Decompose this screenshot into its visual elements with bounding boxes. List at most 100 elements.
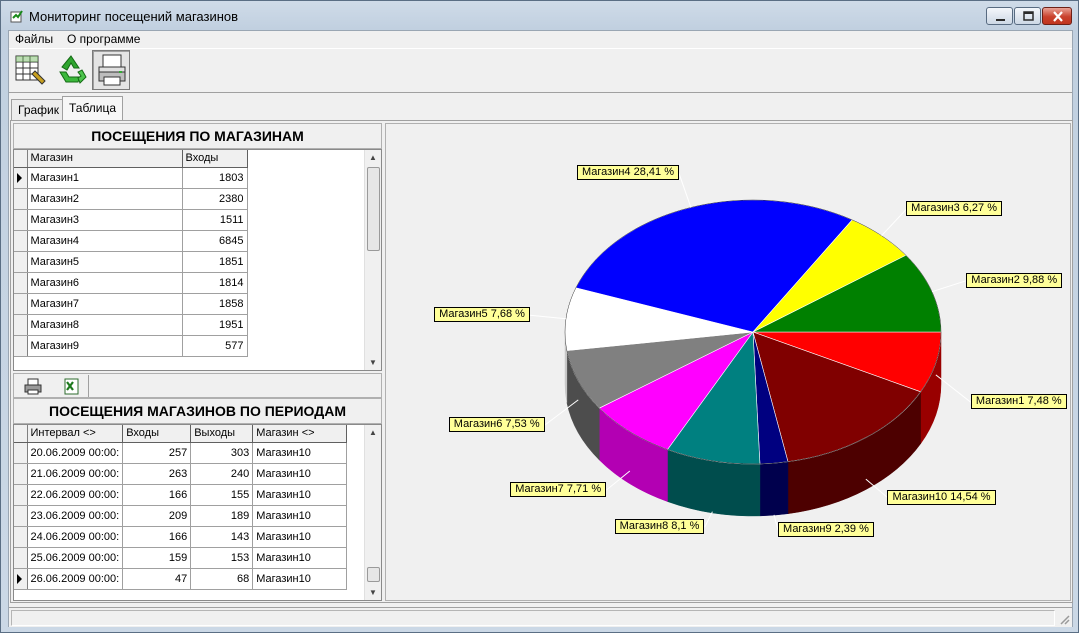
column-header-store[interactable]: Магазин xyxy=(27,150,183,168)
resize-grip-icon[interactable] xyxy=(1058,613,1070,625)
table-row[interactable]: Магазин5 1851 xyxy=(14,251,248,273)
cell-store[interactable]: Магазин3 xyxy=(27,209,183,231)
print-button[interactable] xyxy=(92,50,130,90)
cell-store[interactable]: Магазин2 xyxy=(27,188,183,210)
scroll-thumb[interactable] xyxy=(367,167,380,251)
table-row[interactable]: Магазин2 2380 xyxy=(14,188,248,210)
row-indicator[interactable] xyxy=(14,463,28,485)
maximize-button[interactable] xyxy=(1014,7,1041,25)
cell-interval[interactable]: 20.06.2009 00:00: xyxy=(27,442,124,464)
table-row[interactable]: 22.06.2009 00:00: 166 155 Магазин10 xyxy=(14,484,348,506)
cell-store[interactable]: Магазин7 xyxy=(27,293,183,315)
scroll-down-icon[interactable]: ▼ xyxy=(369,358,377,367)
row-indicator[interactable] xyxy=(14,335,28,357)
cell-entries[interactable]: 1951 xyxy=(182,314,248,336)
minimize-button[interactable] xyxy=(986,7,1013,25)
row-indicator[interactable] xyxy=(14,314,28,336)
scroll-down-icon[interactable]: ▼ xyxy=(369,588,377,597)
print-period-button[interactable] xyxy=(22,377,44,396)
table-row[interactable]: Магазин1 1803 xyxy=(14,167,248,189)
title-bar[interactable]: Мониторинг посещений магазинов xyxy=(1,1,1078,31)
column-header-store[interactable]: Магазин <> xyxy=(252,425,348,443)
table-grid-button[interactable] xyxy=(12,50,50,90)
row-indicator[interactable] xyxy=(14,167,28,189)
cell-store[interactable]: Магазин6 xyxy=(27,272,183,294)
row-indicator[interactable] xyxy=(14,272,28,294)
cell-store[interactable]: Магазин10 xyxy=(252,547,348,569)
cell-interval[interactable]: 24.06.2009 00:00: xyxy=(27,526,124,548)
cell-exits[interactable]: 143 xyxy=(190,526,254,548)
tab-table[interactable]: Таблица xyxy=(62,96,124,120)
cell-store[interactable]: Магазин10 xyxy=(252,442,348,464)
cell-interval[interactable]: 23.06.2009 00:00: xyxy=(27,505,124,527)
cell-store[interactable]: Магазин9 xyxy=(27,335,183,357)
cell-exits[interactable]: 155 xyxy=(190,484,254,506)
row-indicator[interactable] xyxy=(14,251,28,273)
row-indicator[interactable] xyxy=(14,230,28,252)
tab-chart[interactable]: График xyxy=(11,99,66,120)
cell-interval[interactable]: 26.06.2009 00:00: xyxy=(27,568,124,590)
table-row[interactable]: Магазин6 1814 xyxy=(14,272,248,294)
table-row[interactable]: 21.06.2009 00:00: 263 240 Магазин10 xyxy=(14,463,348,485)
export-excel-button[interactable] xyxy=(60,377,82,396)
scroll-up-icon[interactable]: ▲ xyxy=(369,428,377,437)
cell-entries[interactable]: 1814 xyxy=(182,272,248,294)
cell-entries[interactable]: 263 xyxy=(122,463,192,485)
row-indicator[interactable] xyxy=(14,526,28,548)
cell-store[interactable]: Магазин4 xyxy=(27,230,183,252)
table-row[interactable]: 24.06.2009 00:00: 166 143 Магазин10 xyxy=(14,526,348,548)
table-row[interactable]: Магазин4 6845 xyxy=(14,230,248,252)
row-indicator[interactable] xyxy=(14,188,28,210)
cell-store[interactable]: Магазин10 xyxy=(252,568,348,590)
row-indicator[interactable] xyxy=(14,484,28,506)
column-header-exits[interactable]: Выходы xyxy=(190,425,254,443)
cell-exits[interactable]: 303 xyxy=(190,442,254,464)
cell-entries[interactable]: 47 xyxy=(122,568,192,590)
cell-store[interactable]: Магазин10 xyxy=(252,526,348,548)
cell-store[interactable]: Магазин10 xyxy=(252,463,348,485)
scroll-thumb[interactable] xyxy=(367,567,380,582)
cell-entries[interactable]: 2380 xyxy=(182,188,248,210)
store-grid-scrollbar[interactable]: ▲ ▼ xyxy=(364,150,381,370)
cell-entries[interactable]: 577 xyxy=(182,335,248,357)
cell-entries[interactable]: 166 xyxy=(122,484,192,506)
cell-store[interactable]: Магазин8 xyxy=(27,314,183,336)
cell-exits[interactable]: 68 xyxy=(190,568,254,590)
cell-entries[interactable]: 209 xyxy=(122,505,192,527)
cell-store[interactable]: Магазин10 xyxy=(252,505,348,527)
cell-entries[interactable]: 159 xyxy=(122,547,192,569)
table-row[interactable]: Магазин7 1858 xyxy=(14,293,248,315)
period-grid-scrollbar[interactable]: ▲ ▼ xyxy=(364,425,381,600)
cell-entries[interactable]: 1803 xyxy=(182,167,248,189)
cell-exits[interactable]: 240 xyxy=(190,463,254,485)
cell-interval[interactable]: 25.06.2009 00:00: xyxy=(27,547,124,569)
cell-entries[interactable]: 1858 xyxy=(182,293,248,315)
row-indicator[interactable] xyxy=(14,293,28,315)
table-row[interactable]: 26.06.2009 00:00: 47 68 Магазин10 xyxy=(14,568,348,590)
cell-entries[interactable]: 6845 xyxy=(182,230,248,252)
table-row[interactable]: Магазин9 577 xyxy=(14,335,248,357)
cell-entries[interactable]: 1851 xyxy=(182,251,248,273)
cell-interval[interactable]: 21.06.2009 00:00: xyxy=(27,463,124,485)
row-indicator[interactable] xyxy=(14,568,28,590)
cell-entries[interactable]: 1511 xyxy=(182,209,248,231)
row-indicator[interactable] xyxy=(14,505,28,527)
menu-files[interactable]: Файлы xyxy=(15,32,53,46)
row-indicator[interactable] xyxy=(14,209,28,231)
table-row[interactable]: 23.06.2009 00:00: 209 189 Магазин10 xyxy=(14,505,348,527)
table-row[interactable]: 25.06.2009 00:00: 159 153 Магазин10 xyxy=(14,547,348,569)
table-row[interactable]: Магазин8 1951 xyxy=(14,314,248,336)
cell-store[interactable]: Магазин1 xyxy=(27,167,183,189)
table-row[interactable]: Магазин3 1511 xyxy=(14,209,248,231)
column-header-entries[interactable]: Входы xyxy=(182,150,248,168)
menu-about[interactable]: О программе xyxy=(67,32,140,46)
cell-entries[interactable]: 257 xyxy=(122,442,192,464)
cell-exits[interactable]: 189 xyxy=(190,505,254,527)
close-button[interactable] xyxy=(1042,7,1072,25)
scroll-up-icon[interactable]: ▲ xyxy=(369,153,377,162)
cell-interval[interactable]: 22.06.2009 00:00: xyxy=(27,484,124,506)
table-row[interactable]: 20.06.2009 00:00: 257 303 Магазин10 xyxy=(14,442,348,464)
row-indicator[interactable] xyxy=(14,547,28,569)
cell-store[interactable]: Магазин5 xyxy=(27,251,183,273)
row-indicator[interactable] xyxy=(14,442,28,464)
